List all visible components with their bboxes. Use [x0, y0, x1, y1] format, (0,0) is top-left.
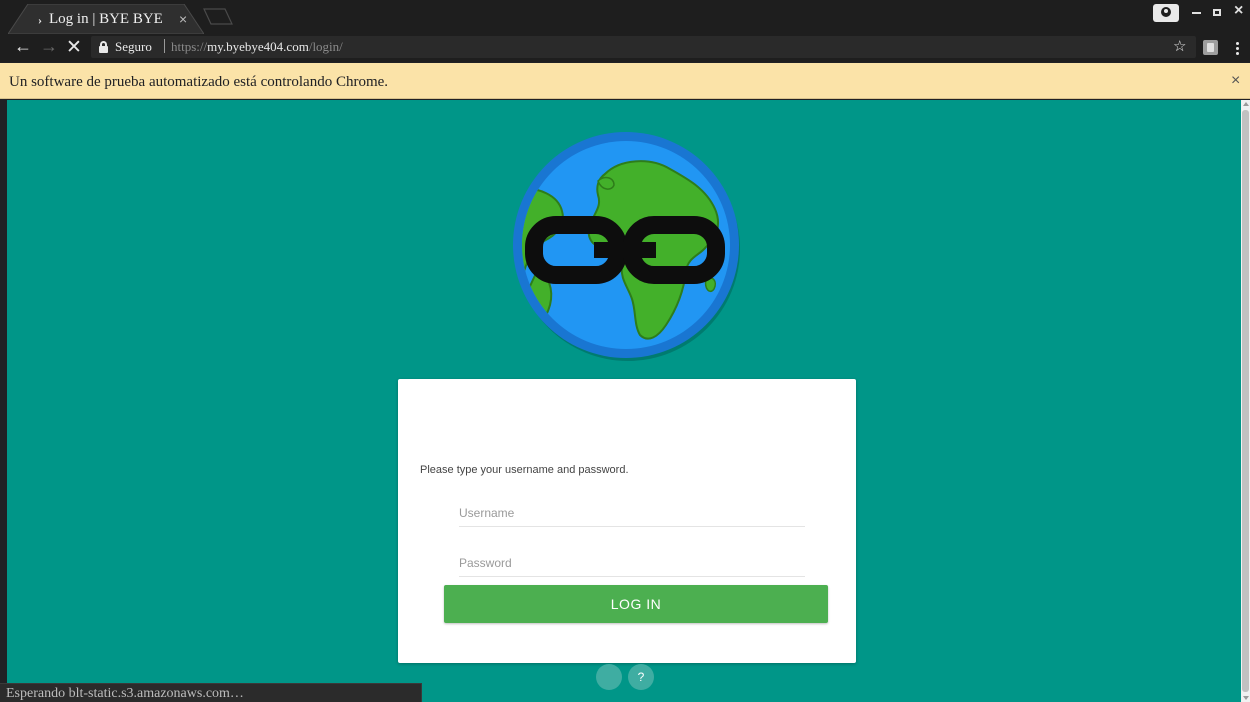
url-text[interactable]: https://my.byebye404.com/login/: [171, 39, 343, 55]
login-instructions: Please type your username and password.: [420, 464, 629, 476]
status-bubble: Esperando blt-static.s3.amazonaws.com…: [0, 683, 422, 702]
url-scheme: https://: [171, 39, 208, 54]
menu-icon[interactable]: [1236, 42, 1239, 55]
stop-icon[interactable]: ✕: [66, 36, 82, 59]
back-arrow-icon[interactable]: ←: [14, 36, 32, 57]
new-tab-button[interactable]: [203, 8, 233, 25]
scroll-down-icon[interactable]: [1243, 696, 1249, 700]
tab-strip: › Log in | BYE BYE × ×: [0, 0, 1250, 34]
username-field[interactable]: [459, 499, 805, 527]
url-host: my.byebye404.com: [207, 39, 309, 54]
address-separator: [164, 39, 165, 53]
new-tab-icon: [203, 8, 233, 25]
page-scrollbar[interactable]: [1241, 100, 1250, 702]
login-button[interactable]: LOG IN: [444, 585, 828, 623]
tab-favicon-icon: ›: [38, 13, 42, 27]
extension-icon[interactable]: [1203, 40, 1218, 55]
globe-chain-logo: [513, 132, 740, 361]
password-field[interactable]: [459, 549, 805, 577]
scroll-thumb[interactable]: [1242, 110, 1249, 692]
window-edge: [0, 100, 7, 702]
help-button[interactable]: ?: [628, 664, 654, 690]
page-viewport: Please type your username and password. …: [7, 100, 1241, 702]
lock-icon[interactable]: [99, 41, 108, 53]
login-card: Please type your username and password. …: [398, 379, 856, 663]
maximize-window-button[interactable]: [1213, 9, 1221, 16]
minimize-window-button[interactable]: [1192, 12, 1201, 14]
active-tab[interactable]: › Log in | BYE BYE ×: [8, 4, 204, 34]
tab-close-icon[interactable]: ×: [179, 11, 187, 27]
url-path: /login/: [308, 39, 343, 54]
scroll-up-icon[interactable]: [1243, 102, 1249, 106]
tab-title: Log in | BYE BYE: [49, 11, 163, 27]
infobar-close-icon[interactable]: ×: [1231, 72, 1240, 90]
status-text: Esperando blt-static.s3.amazonaws.com…: [6, 686, 244, 701]
profile-icon[interactable]: [1153, 4, 1179, 22]
infobar-message: Un software de prueba automatizado está …: [9, 74, 389, 90]
automation-infobar: Un software de prueba automatizado está …: [0, 63, 1250, 99]
star-icon[interactable]: ☆: [1173, 37, 1186, 55]
browser-toolbar: ← → ✕ Seguro https://my.byebye404.com/lo…: [0, 34, 1250, 62]
language-button[interactable]: [596, 664, 622, 690]
address-bar[interactable]: Seguro https://my.byebye404.com/login/: [91, 36, 1196, 58]
secure-label[interactable]: Seguro: [115, 39, 152, 55]
forward-arrow-icon[interactable]: →: [40, 36, 58, 57]
close-window-button[interactable]: ×: [1234, 2, 1243, 20]
